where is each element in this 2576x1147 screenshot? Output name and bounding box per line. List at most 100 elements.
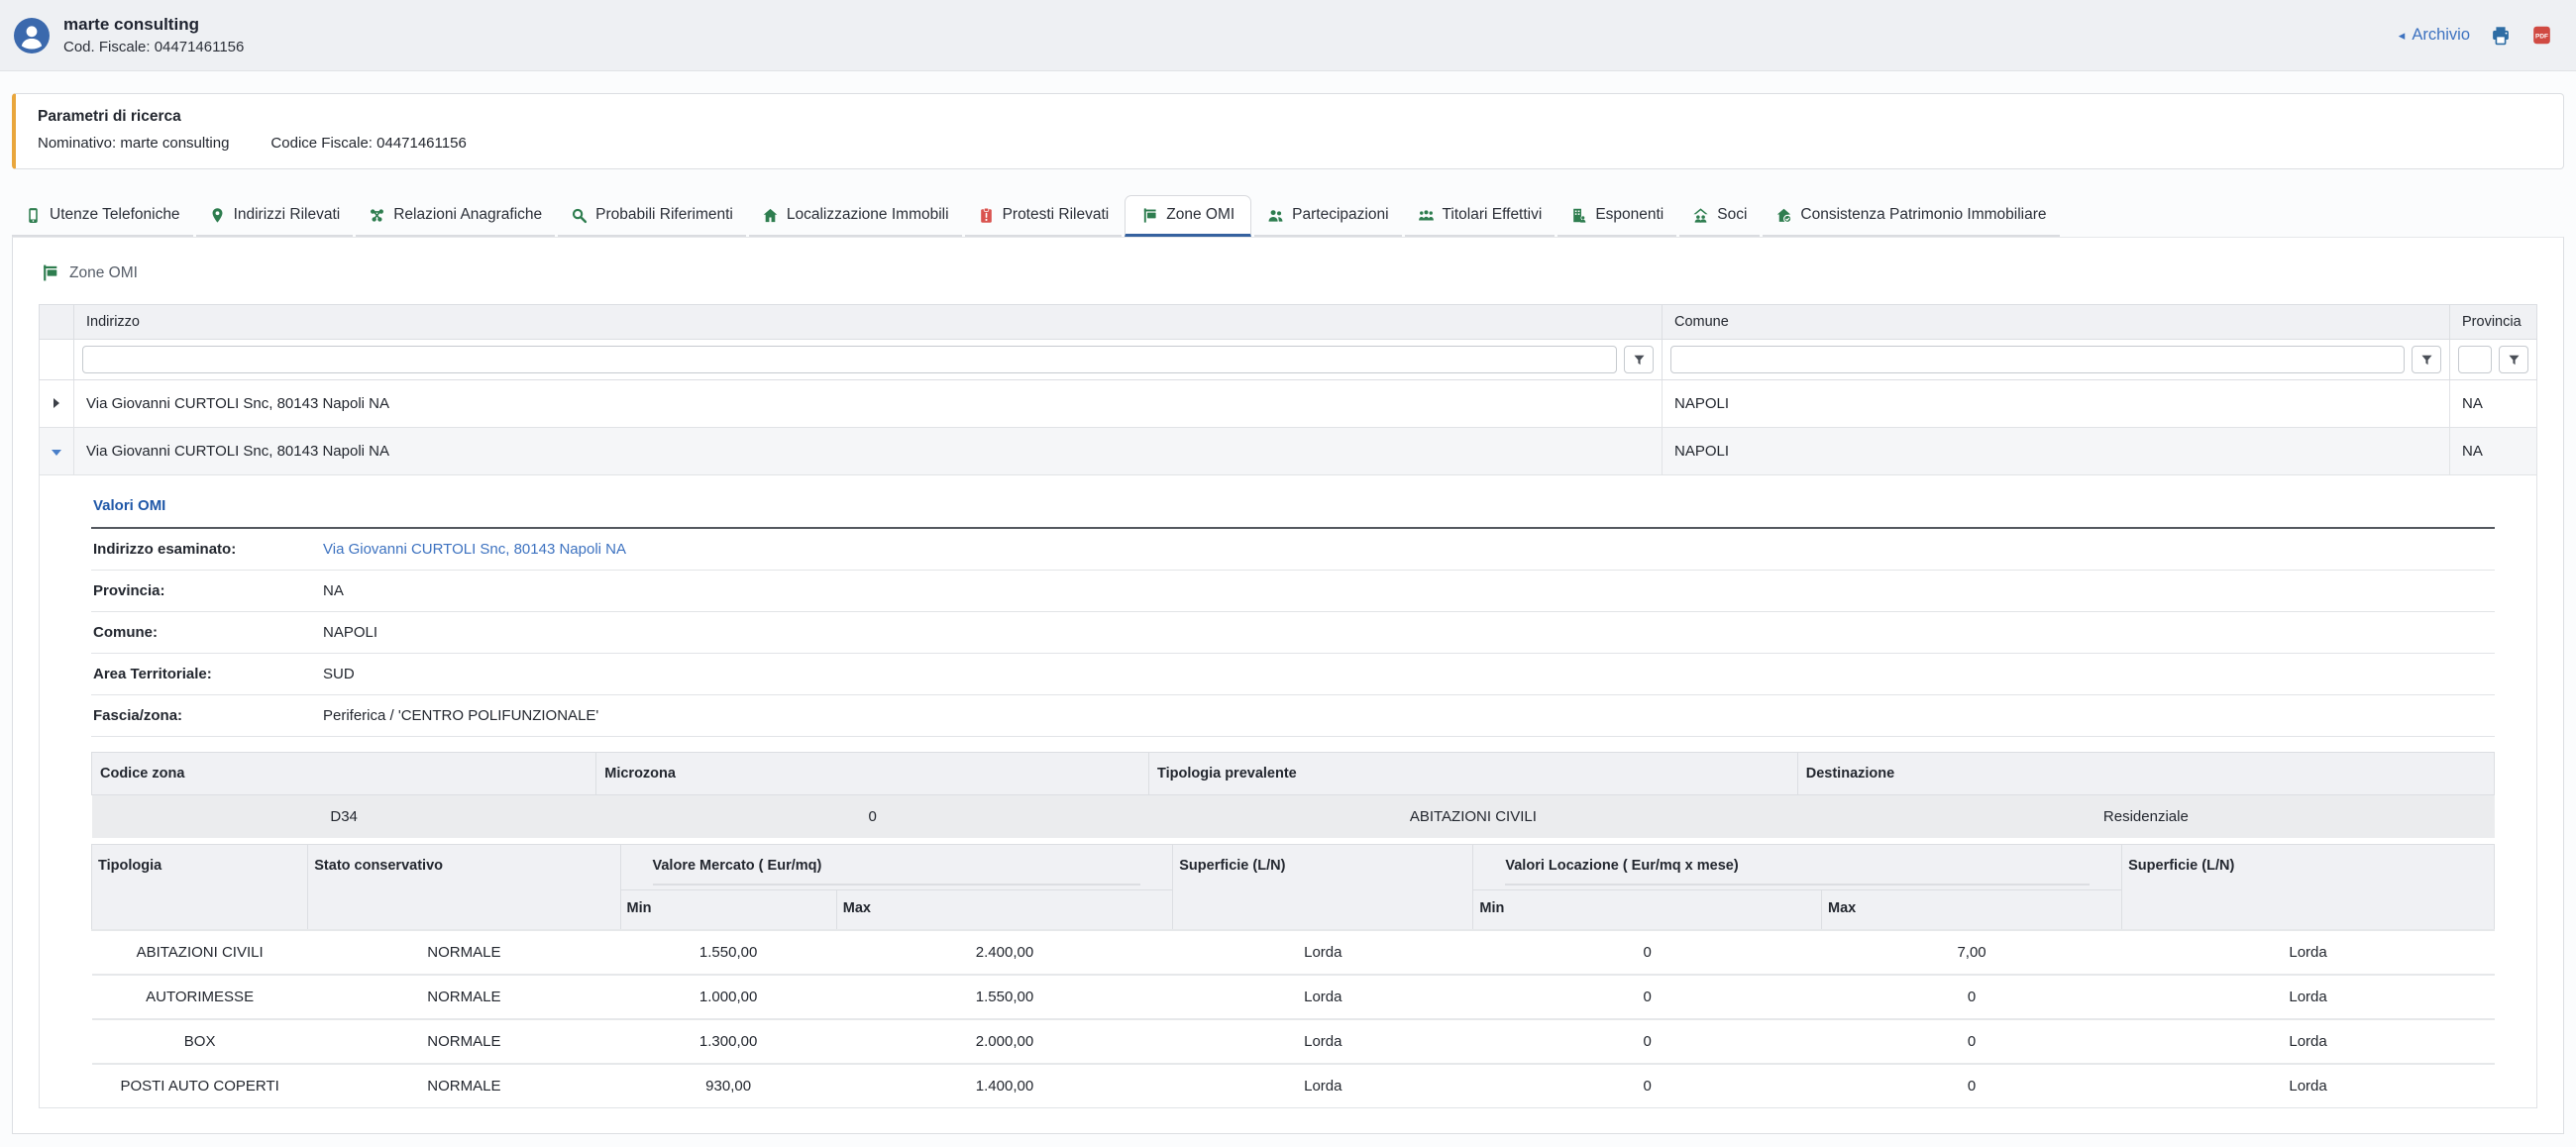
values-row: ABITAZIONI CIVILI NORMALE 1.550,00 2.400… — [92, 930, 2495, 975]
values-row: POSTI AUTO COPERTI NORMALE 930,00 1.400,… — [92, 1064, 2495, 1107]
collapse-row-button[interactable] — [40, 428, 74, 475]
cell-provincia: NA — [2450, 380, 2537, 428]
funnel-icon — [2508, 354, 2521, 366]
detail-row: Valori OMI Indirizzo esaminato: Via Giov… — [40, 475, 2537, 1108]
expand-row-button[interactable] — [40, 380, 74, 428]
zone-header-tipologia-prevalente: Tipologia prevalente — [1149, 753, 1798, 795]
values-subheader-max: Max — [836, 890, 1173, 931]
funnel-icon — [1633, 354, 1646, 366]
company-name: marte consulting — [63, 15, 244, 35]
zone-value-row: D34 0 ABITAZIONI CIVILI Residenziale — [92, 795, 2495, 839]
field-value: Periferica / 'CENTRO POLIFUNZIONALE' — [323, 707, 598, 724]
field-label: Indirizzo esaminato: — [93, 541, 323, 558]
column-header-provincia: Provincia — [2450, 305, 2537, 340]
tab-titolari-effettivi[interactable]: Titolari Effettivi — [1405, 196, 1556, 237]
table-row[interactable]: Via Giovanni CURTOLI Snc, 80143 Napoli N… — [40, 380, 2537, 428]
sign-icon — [1141, 207, 1158, 224]
cell-provincia: NA — [2450, 428, 2537, 475]
search-params-card: Parametri di ricerca Nominativo: marte c… — [12, 93, 2564, 169]
examined-address-link[interactable]: Via Giovanni CURTOLI Snc, 80143 Napoli N… — [323, 541, 626, 558]
pdf-icon: PDF — [2531, 25, 2552, 46]
section-title: Zone OMI — [41, 263, 2537, 282]
field-label: Provincia: — [93, 582, 323, 599]
column-header-indirizzo: Indirizzo — [74, 305, 1663, 340]
zone-omi-table: Indirizzo Comune Provincia — [39, 304, 2537, 1108]
table-row[interactable]: Via Giovanni CURTOLI Snc, 80143 Napoli N… — [40, 428, 2537, 475]
relations-icon — [369, 207, 385, 224]
omi-values-table: Tipologia Stato conservativo Valore Merc… — [91, 844, 2495, 1107]
people-three-icon — [1418, 207, 1435, 224]
provincia-filter-button[interactable] — [2499, 346, 2528, 373]
print-button[interactable] — [2490, 25, 2512, 47]
building-person-icon — [1570, 207, 1587, 224]
indirizzo-filter-input[interactable] — [82, 346, 1617, 373]
tab-zone-omi[interactable]: Zone OMI — [1125, 195, 1251, 237]
comune-filter-button[interactable] — [2412, 346, 2441, 373]
values-header-superficie-2: Superficie (L/N) — [2122, 845, 2495, 931]
values-subheader-min: Min — [1473, 890, 1822, 931]
tab-localizzazione-immobili[interactable]: Localizzazione Immobili — [749, 196, 962, 237]
house-icon — [762, 207, 779, 224]
zone-omi-panel: Zone OMI Indirizzo Comune Provincia — [12, 237, 2564, 1134]
zone-microzona: 0 — [596, 795, 1149, 839]
search-params-title: Parametri di ricerca — [38, 108, 2541, 126]
fiscal-code: Cod. Fiscale: 04471461156 — [63, 39, 244, 55]
field-label: Fascia/zona: — [93, 707, 323, 724]
tab-esponenti[interactable]: Esponenti — [1557, 196, 1676, 237]
user-avatar-icon — [14, 18, 50, 53]
tab-probabili-riferimenti[interactable]: Probabili Riferimenti — [558, 196, 746, 237]
cell-indirizzo: Via Giovanni CURTOLI Snc, 80143 Napoli N… — [74, 428, 1663, 475]
archive-link[interactable]: ◂ Archivio — [2399, 26, 2470, 45]
field-value: NA — [323, 582, 344, 599]
tab-relazioni-anagrafiche[interactable]: Relazioni Anagrafiche — [356, 196, 555, 237]
zone-destinazione: Residenziale — [1797, 795, 2494, 839]
field-value: NAPOLI — [323, 624, 377, 641]
field-value: SUD — [323, 666, 355, 682]
zone-header-microzona: Microzona — [596, 753, 1149, 795]
zone-code-table: Codice zona Microzona Tipologia prevalen… — [91, 752, 2495, 838]
tab-protesti-rilevati[interactable]: Protesti Rilevati — [965, 196, 1123, 237]
roof-people-icon — [1692, 207, 1709, 224]
export-pdf-button[interactable]: PDF — [2531, 25, 2552, 46]
zone-header-codice-zona: Codice zona — [92, 753, 596, 795]
svg-text:PDF: PDF — [2535, 33, 2548, 40]
tab-utenze-telefoniche[interactable]: Utenze Telefoniche — [12, 196, 193, 237]
values-header-stato-conservativo: Stato conservativo — [308, 845, 620, 931]
phone-icon — [25, 207, 42, 224]
values-subheader-min: Min — [620, 890, 836, 931]
tab-partecipazioni[interactable]: Partecipazioni — [1254, 196, 1401, 237]
sign-icon — [41, 263, 59, 282]
table-header-row: Indirizzo Comune Provincia — [40, 305, 2537, 340]
tab-soci[interactable]: Soci — [1679, 196, 1760, 237]
valori-omi-title: Valori OMI — [91, 485, 2495, 529]
protest-clipboard-icon — [978, 207, 995, 224]
provincia-filter-input[interactable] — [2458, 346, 2492, 373]
values-row: AUTORIMESSE NORMALE 1.000,00 1.550,00 Lo… — [92, 975, 2495, 1019]
field-row-area-territoriale: Area Territoriale: SUD — [91, 654, 2495, 695]
tab-bar: Utenze Telefoniche Indirizzi Rilevati Re… — [12, 195, 2564, 237]
zone-codice-zona: D34 — [92, 795, 596, 839]
cell-comune: NAPOLI — [1663, 380, 2450, 428]
tab-consistenza-patrimonio-immobiliare[interactable]: Consistenza Patrimonio Immobiliare — [1763, 196, 2059, 237]
printer-icon — [2490, 25, 2512, 47]
field-row-provincia: Provincia: NA — [91, 571, 2495, 612]
comune-filter-input[interactable] — [1670, 346, 2405, 373]
map-pin-icon — [209, 207, 226, 224]
search-icon — [571, 207, 588, 224]
values-subheader-max: Max — [1822, 890, 2122, 931]
back-arrow-icon: ◂ — [2399, 29, 2406, 42]
funnel-icon — [2420, 354, 2433, 366]
zone-header-destinazione: Destinazione — [1797, 753, 2494, 795]
values-header-valori-locazione: Valori Locazione ( Eur/mq x mese) — [1473, 845, 2122, 890]
group-icon — [1267, 207, 1284, 224]
column-header-comune: Comune — [1663, 305, 2450, 340]
tab-indirizzi-rilevati[interactable]: Indirizzi Rilevati — [196, 196, 354, 237]
search-params-fiscal-code: Codice Fiscale: 04471461156 — [270, 135, 466, 152]
chevron-down-icon — [52, 450, 61, 456]
search-params-nominative: Nominativo: marte consulting — [38, 135, 229, 152]
field-row-comune: Comune: NAPOLI — [91, 612, 2495, 654]
indirizzo-filter-button[interactable] — [1624, 346, 1654, 373]
top-bar: marte consulting Cod. Fiscale: 044714611… — [0, 0, 2576, 71]
values-header-superficie-1: Superficie (L/N) — [1173, 845, 1473, 931]
cell-indirizzo: Via Giovanni CURTOLI Snc, 80143 Napoli N… — [74, 380, 1663, 428]
